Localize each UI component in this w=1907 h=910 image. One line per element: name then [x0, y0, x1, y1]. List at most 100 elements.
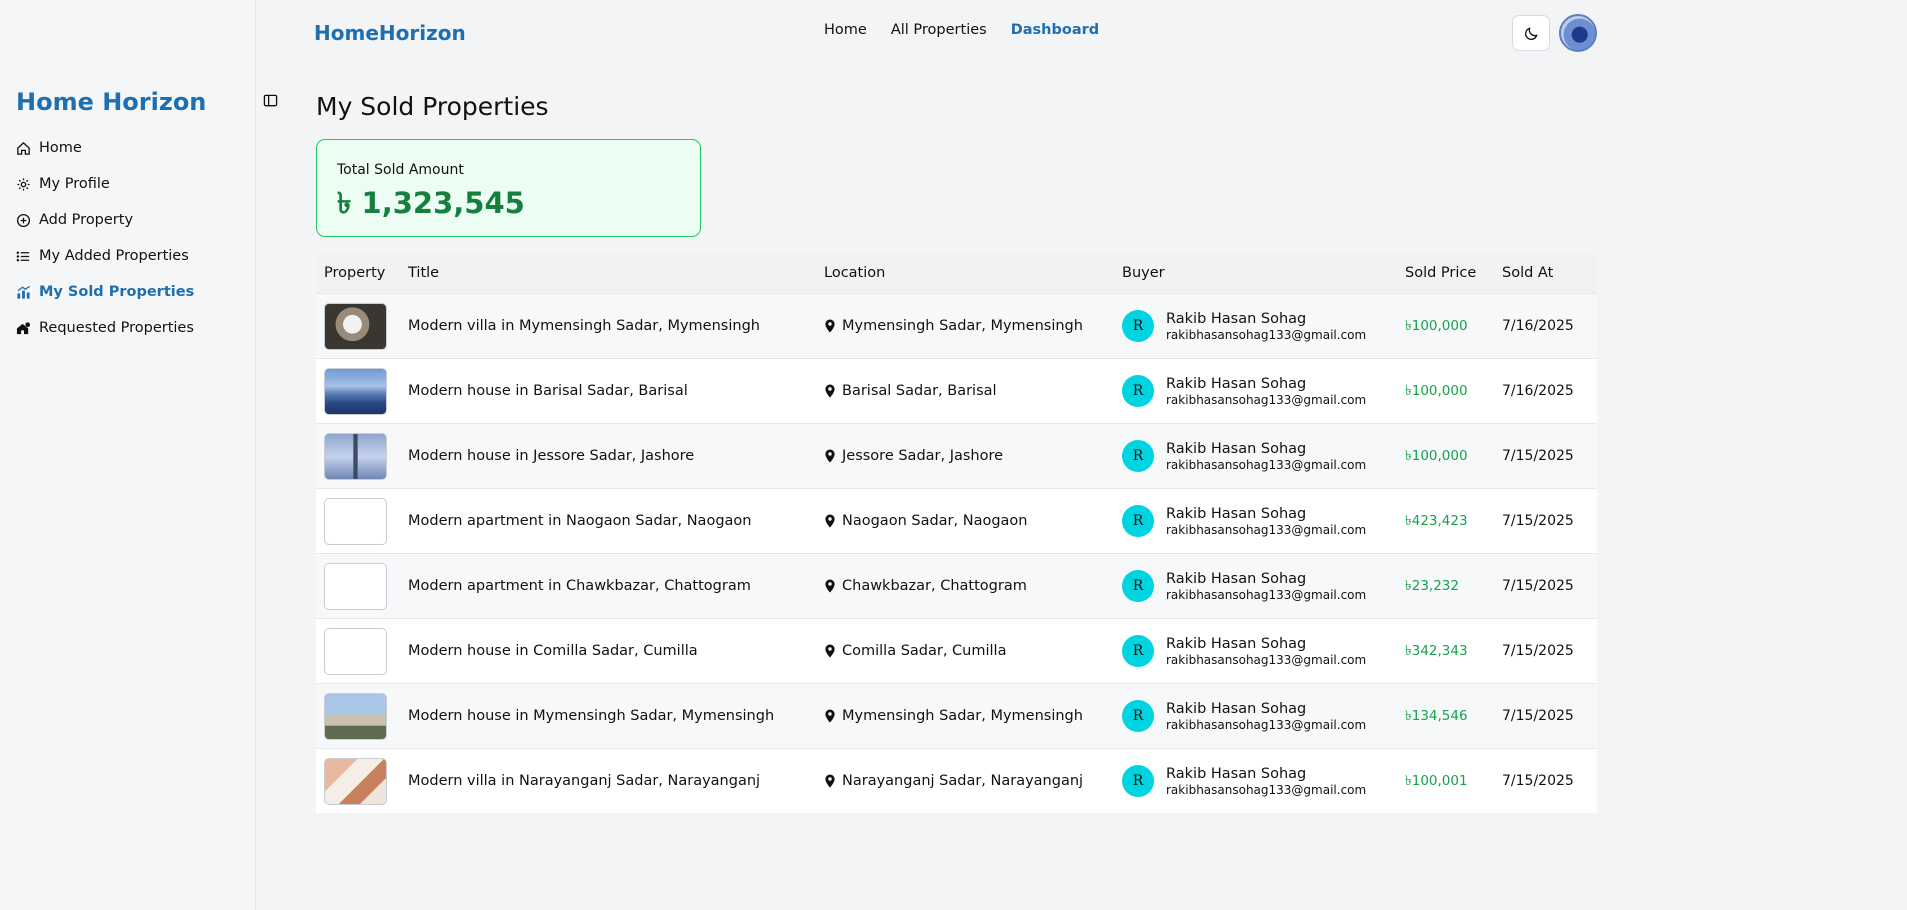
header-location: Location	[824, 265, 886, 281]
sidebar-item-my-added-properties[interactable]: My Added Properties	[16, 238, 246, 274]
table-row[interactable]: Modern villa in Narayanganj Sadar, Naray…	[316, 748, 1597, 813]
location-text: Naogaon Sadar, Naogaon	[842, 513, 1028, 529]
buyer-avatar: R	[1122, 765, 1154, 797]
buyer-info: Rakib Hasan Sohag rakibhasansohag133@gma…	[1166, 700, 1366, 733]
location-text: Mymensingh Sadar, Mymensingh	[842, 708, 1083, 724]
buyer-name: Rakib Hasan Sohag	[1166, 375, 1307, 392]
sidebar-item-requested-properties[interactable]: Requested Properties	[16, 310, 246, 346]
buyer-name: Rakib Hasan Sohag	[1166, 440, 1307, 457]
moon-icon	[1524, 26, 1538, 40]
property-thumbnail[interactable]	[324, 302, 387, 350]
theme-toggle-button[interactable]	[1512, 15, 1550, 51]
buyer-info: Rakib Hasan Sohag rakibhasansohag133@gma…	[1166, 570, 1366, 603]
sidebar-toggle-icon[interactable]	[263, 93, 278, 108]
property-thumbnail[interactable]	[324, 432, 387, 480]
buyer-info: Rakib Hasan Sohag rakibhasansohag133@gma…	[1166, 440, 1366, 473]
buyer-email: rakibhasansohag133@gmail.com	[1166, 717, 1367, 732]
sidebar-nav: Home My Profile Add Property My Added Pr…	[16, 130, 246, 346]
nav-link-all-properties[interactable]: All Properties	[891, 22, 987, 38]
property-title: Modern apartment in Naogaon Sadar, Naoga…	[408, 513, 752, 529]
table-row[interactable]: Modern apartment in Chawkbazar, Chattogr…	[316, 553, 1597, 618]
property-thumbnail[interactable]	[324, 367, 387, 415]
location-text: Comilla Sadar, Cumilla	[842, 643, 1007, 659]
property-location: Chawkbazar, Chattogram	[824, 578, 1122, 594]
sold-date: 7/15/2025	[1502, 773, 1574, 789]
sold-price: ৳100,000	[1405, 382, 1468, 399]
property-thumbnail[interactable]	[324, 497, 387, 545]
property-cell	[316, 627, 408, 675]
sold-date: 7/16/2025	[1502, 383, 1574, 399]
table-header: Property Title Location Buyer Sold Price…	[316, 253, 1597, 293]
buyer-avatar: R	[1122, 635, 1154, 667]
sold-date: 7/15/2025	[1502, 448, 1574, 464]
map-pin-icon	[825, 774, 835, 788]
property-cell	[316, 367, 408, 415]
sold-date: 7/15/2025	[1502, 578, 1574, 594]
buyer-cell: R Rakib Hasan Sohag rakibhasansohag133@g…	[1122, 570, 1405, 603]
property-location: Narayanganj Sadar, Narayanganj	[824, 773, 1122, 789]
nav-link-dashboard[interactable]: Dashboard	[1011, 22, 1099, 38]
property-thumbnail[interactable]	[324, 692, 387, 740]
buyer-email: rakibhasansohag133@gmail.com	[1166, 327, 1367, 342]
buyer-info: Rakib Hasan Sohag rakibhasansohag133@gma…	[1166, 310, 1366, 343]
table-row[interactable]: Modern house in Barisal Sadar, Barisal B…	[316, 358, 1597, 423]
map-pin-icon	[825, 579, 835, 593]
map-pin-icon	[825, 384, 835, 398]
sidebar-item-home[interactable]: Home	[16, 130, 246, 166]
buyer-cell: R Rakib Hasan Sohag rakibhasansohag133@g…	[1122, 700, 1405, 733]
sidebar-item-my-sold-properties[interactable]: My Sold Properties	[16, 274, 246, 310]
sidebar-item-add-property[interactable]: Add Property	[16, 202, 246, 238]
buyer-avatar: R	[1122, 375, 1154, 407]
buyer-info: Rakib Hasan Sohag rakibhasansohag133@gma…	[1166, 505, 1366, 538]
header-property: Property	[324, 265, 386, 281]
property-location: Comilla Sadar, Cumilla	[824, 643, 1122, 659]
buyer-email: rakibhasansohag133@gmail.com	[1166, 587, 1367, 602]
property-thumbnail[interactable]	[324, 562, 387, 610]
map-pin-icon	[825, 709, 835, 723]
buyer-avatar: R	[1122, 700, 1154, 732]
sold-date: 7/16/2025	[1502, 318, 1574, 334]
table-row[interactable]: Modern house in Mymensingh Sadar, Mymens…	[316, 683, 1597, 748]
sold-price: ৳100,001	[1405, 772, 1468, 789]
buyer-cell: R Rakib Hasan Sohag rakibhasansohag133@g…	[1122, 765, 1405, 798]
user-avatar[interactable]	[1559, 14, 1597, 52]
property-location: Jessore Sadar, Jashore	[824, 448, 1122, 464]
sidebar-item-my-profile[interactable]: My Profile	[16, 166, 246, 202]
buyer-cell: R Rakib Hasan Sohag rakibhasansohag133@g…	[1122, 440, 1405, 473]
location-text: Barisal Sadar, Barisal	[842, 383, 997, 399]
buyer-name: Rakib Hasan Sohag	[1166, 505, 1307, 522]
property-title: Modern villa in Narayanganj Sadar, Naray…	[408, 773, 761, 789]
total-sold-value: ৳ 1,323,545	[337, 186, 525, 220]
buyer-info: Rakib Hasan Sohag rakibhasansohag133@gma…	[1166, 635, 1366, 668]
table-row[interactable]: Modern house in Comilla Sadar, Cumilla C…	[316, 618, 1597, 683]
sidebar-item-label: My Added Properties	[39, 248, 189, 264]
property-location: Barisal Sadar, Barisal	[824, 383, 1122, 399]
header-sold-price: Sold Price	[1405, 265, 1477, 281]
sold-price: ৳342,343	[1405, 642, 1468, 659]
buyer-name: Rakib Hasan Sohag	[1166, 765, 1307, 782]
sidebar-brand[interactable]: Home Horizon	[16, 88, 206, 116]
total-sold-card: Total Sold Amount ৳ 1,323,545	[316, 139, 701, 237]
navbar-brand[interactable]: HomeHorizon	[314, 21, 466, 45]
sold-properties-table: Property Title Location Buyer Sold Price…	[316, 253, 1597, 813]
property-thumbnail[interactable]	[324, 627, 387, 675]
header-title: Title	[408, 265, 440, 281]
table-body: Modern villa in Mymensingh Sadar, Mymens…	[316, 293, 1597, 813]
location-text: Narayanganj Sadar, Narayanganj	[842, 773, 1084, 789]
plus-circle-icon	[16, 213, 31, 227]
sold-price: ৳100,000	[1405, 317, 1468, 334]
table-row[interactable]: Modern house in Jessore Sadar, Jashore J…	[316, 423, 1597, 488]
table-row[interactable]: Modern villa in Mymensingh Sadar, Mymens…	[316, 293, 1597, 358]
location-text: Jessore Sadar, Jashore	[842, 448, 1004, 464]
table-row[interactable]: Modern apartment in Naogaon Sadar, Naoga…	[316, 488, 1597, 553]
buyer-cell: R Rakib Hasan Sohag rakibhasansohag133@g…	[1122, 505, 1405, 538]
buyer-name: Rakib Hasan Sohag	[1166, 570, 1307, 587]
property-title: Modern house in Comilla Sadar, Cumilla	[408, 643, 698, 659]
property-thumbnail[interactable]	[324, 757, 387, 805]
nav-link-home[interactable]: Home	[824, 22, 867, 38]
page-title: My Sold Properties	[316, 92, 549, 121]
buyer-email: rakibhasansohag133@gmail.com	[1166, 782, 1367, 797]
buyer-name: Rakib Hasan Sohag	[1166, 310, 1307, 327]
map-pin-icon	[825, 319, 835, 333]
sidebar: Home Horizon Home My Profile Add Propert…	[0, 0, 256, 910]
